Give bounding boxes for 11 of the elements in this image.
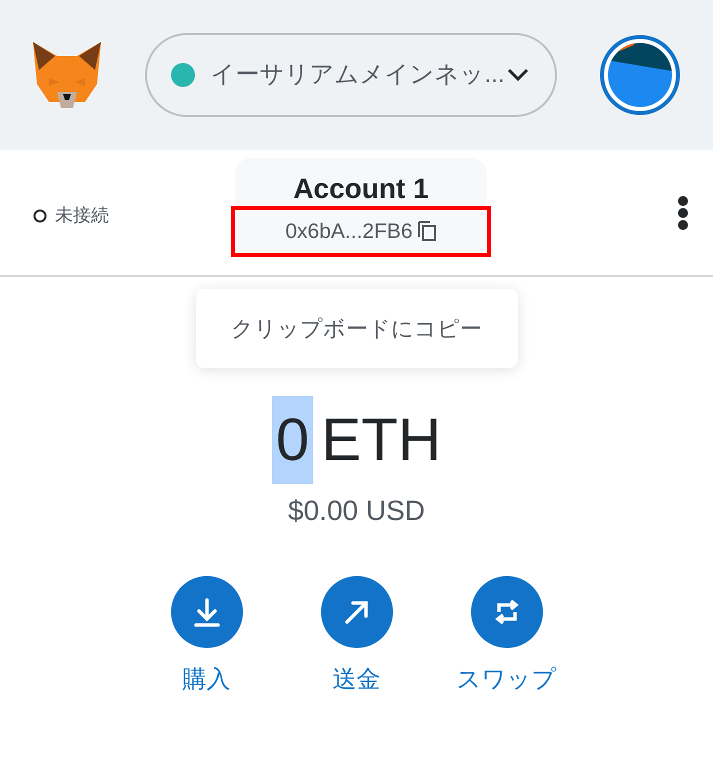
fiat-balance: $0.00 USD [288,494,425,528]
balance-amount: 0 [272,396,314,484]
send-link[interactable]: 送金 [332,662,380,698]
balance-unit: ETH [321,405,442,475]
network-selector[interactable]: イーサリアムメインネッ... [144,33,556,117]
account-name: Account 1 [293,172,429,206]
buy-link[interactable]: 購入 [182,662,230,698]
connection-status: 未接続 [55,204,109,227]
address-copy-button[interactable]: 0x6bA...2FB6 [231,206,491,258]
tooltip: クリップボードにコピー [196,289,518,368]
swap-link[interactable]: スワップ [456,662,556,698]
